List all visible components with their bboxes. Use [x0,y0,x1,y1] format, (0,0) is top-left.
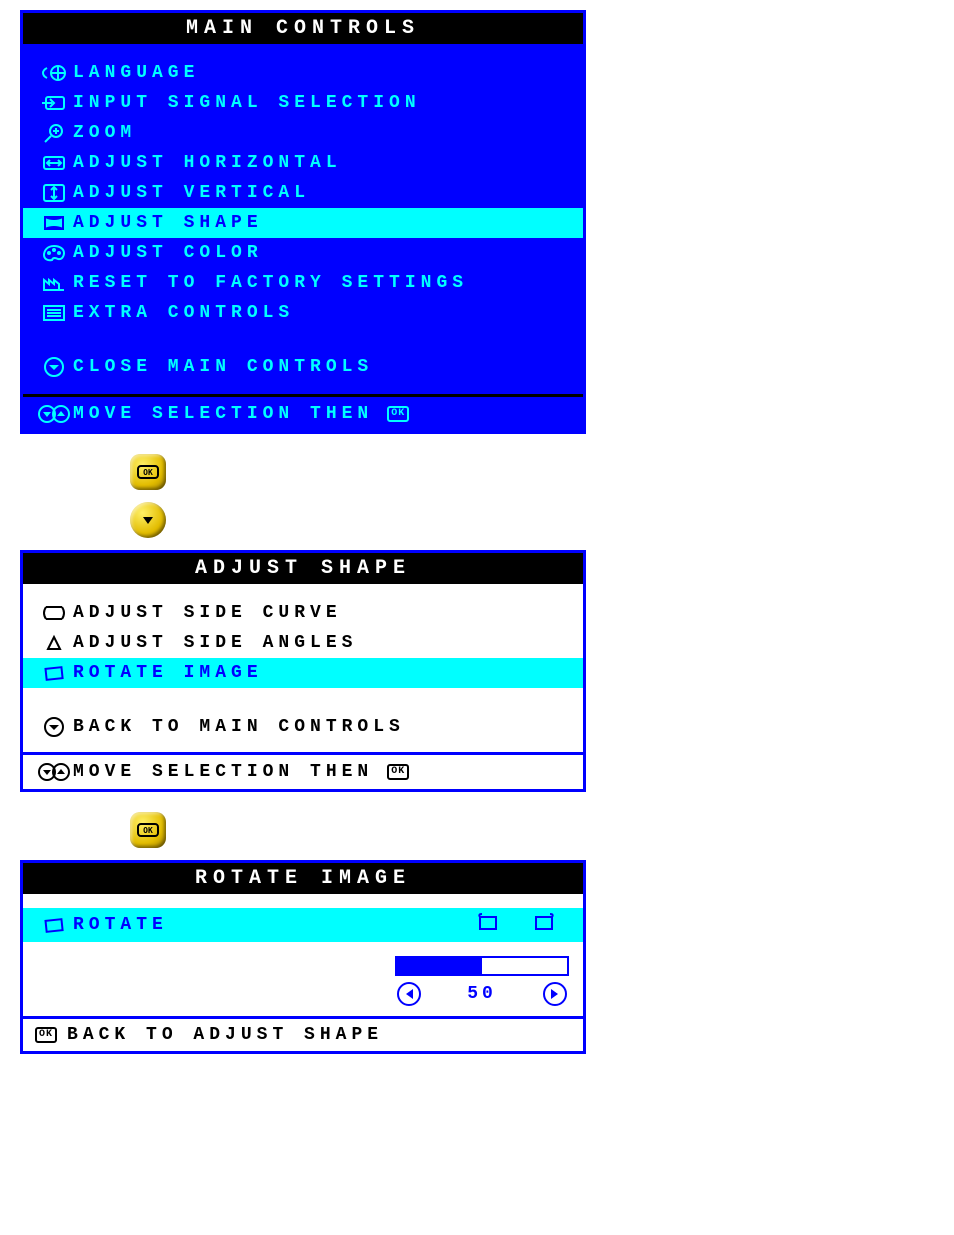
menu-item-adjust-vertical[interactable]: ADJUST VERTICAL [23,178,583,208]
menu-item-adjust-shape[interactable]: ADJUST SHAPE [23,208,583,238]
menu-label: ZOOM [73,123,136,143]
down-arrow-icon [35,356,73,378]
adjust-color-icon [35,243,73,263]
spacer [23,742,583,752]
menu-label: RESET TO FACTORY SETTINGS [73,273,468,293]
rotate-image-footer[interactable]: OK BACK TO ADJUST SHAPE [23,1016,583,1051]
rotate-icon [35,915,73,935]
menu-item-side-curve[interactable]: ADJUST SIDE CURVE [23,598,583,628]
adjust-horizontal-icon [35,153,73,173]
menu-label: ADJUST SIDE CURVE [73,603,342,623]
rotate-cw-icon [531,912,557,939]
input-signal-icon [35,93,73,113]
menu-label: ADJUST SIDE ANGLES [73,633,357,653]
down-arrow-icon [35,716,73,738]
rotate-image-panel: ROTATE IMAGE ROTATE [20,860,586,1054]
menu-label: EXTRA CONTROLS [73,303,294,323]
menu-item-language[interactable]: LANGUAGE [23,58,583,88]
menu-label: LANGUAGE [73,63,199,83]
menu-item-adjust-horizontal[interactable]: ADJUST HORIZONTAL [23,148,583,178]
spacer [23,382,583,394]
physical-ok-button[interactable]: OK [130,812,166,848]
menu-label: ROTATE IMAGE [73,663,263,683]
back-to-main-controls[interactable]: BACK TO MAIN CONTROLS [23,712,583,742]
menu-item-zoom[interactable]: ZOOM [23,118,583,148]
menu-item-reset-factory[interactable]: RESET TO FACTORY SETTINGS [23,268,583,298]
svg-text:OK: OK [143,826,153,835]
rotate-row[interactable]: ROTATE [23,908,583,942]
menu-item-side-angles[interactable]: ADJUST SIDE ANGLES [23,628,583,658]
physical-down-button[interactable] [130,502,166,538]
ok-icon: OK [35,1027,57,1043]
decrease-button[interactable] [397,982,421,1006]
menu-label: ADJUST HORIZONTAL [73,153,342,173]
adjust-shape-panel: ADJUST SHAPE ADJUST SIDE CURVE ADJUST SI… [20,550,586,792]
adjust-shape-icon [35,213,73,233]
menu-label: ADJUST SHAPE [73,213,263,233]
language-icon [35,63,73,83]
zoom-icon [35,123,73,143]
menu-item-input-signal[interactable]: INPUT SIGNAL SELECTION [23,88,583,118]
rotate-slider[interactable]: 50 [395,950,583,1006]
spacer [23,688,583,712]
main-controls-footer: MOVE SELECTION THEN OK [23,394,583,431]
adjust-shape-title: ADJUST SHAPE [23,553,583,584]
menu-item-extra-controls[interactable]: EXTRA CONTROLS [23,298,583,328]
menu-item-adjust-color[interactable]: ADJUST COLOR [23,238,583,268]
rotate-value: 50 [467,984,497,1004]
main-controls-panel: MAIN CONTROLS LANGUAGE INPUT SIGNAL SELE… [20,10,586,434]
factory-icon [35,273,73,293]
extra-controls-icon [35,303,73,323]
svg-text:OK: OK [143,468,153,477]
slider-fill [397,958,482,974]
rotate-image-title: ROTATE IMAGE [23,863,583,894]
ok-icon: OK [387,406,409,422]
menu-label: CLOSE MAIN CONTROLS [73,357,373,377]
adjust-vertical-icon [35,183,73,203]
rotate-image-icon [35,663,73,683]
increase-button[interactable] [543,982,567,1006]
menu-label: ADJUST VERTICAL [73,183,310,203]
adjust-shape-footer: MOVE SELECTION THEN OK [23,752,583,789]
menu-item-rotate-image[interactable]: ROTATE IMAGE [23,658,583,688]
rotate-ccw-icon [475,912,501,939]
side-angles-icon [35,633,73,653]
footer-text: MOVE SELECTION THEN [73,404,373,424]
side-curve-icon [35,603,73,623]
footer-text: MOVE SELECTION THEN [73,762,373,782]
slider-track[interactable] [395,956,569,976]
up-down-arrow-icon [35,761,73,783]
close-main-controls[interactable]: CLOSE MAIN CONTROLS [23,352,583,382]
physical-ok-button[interactable]: OK [130,454,166,490]
spacer [23,328,583,352]
up-down-arrow-icon [35,403,73,425]
ok-icon: OK [387,764,409,780]
main-controls-title: MAIN CONTROLS [23,13,583,44]
back-to-adjust-shape: BACK TO ADJUST SHAPE [67,1025,383,1045]
menu-label: BACK TO MAIN CONTROLS [73,717,405,737]
rotate-label: ROTATE [73,915,168,935]
menu-label: INPUT SIGNAL SELECTION [73,93,421,113]
menu-label: ADJUST COLOR [73,243,263,263]
